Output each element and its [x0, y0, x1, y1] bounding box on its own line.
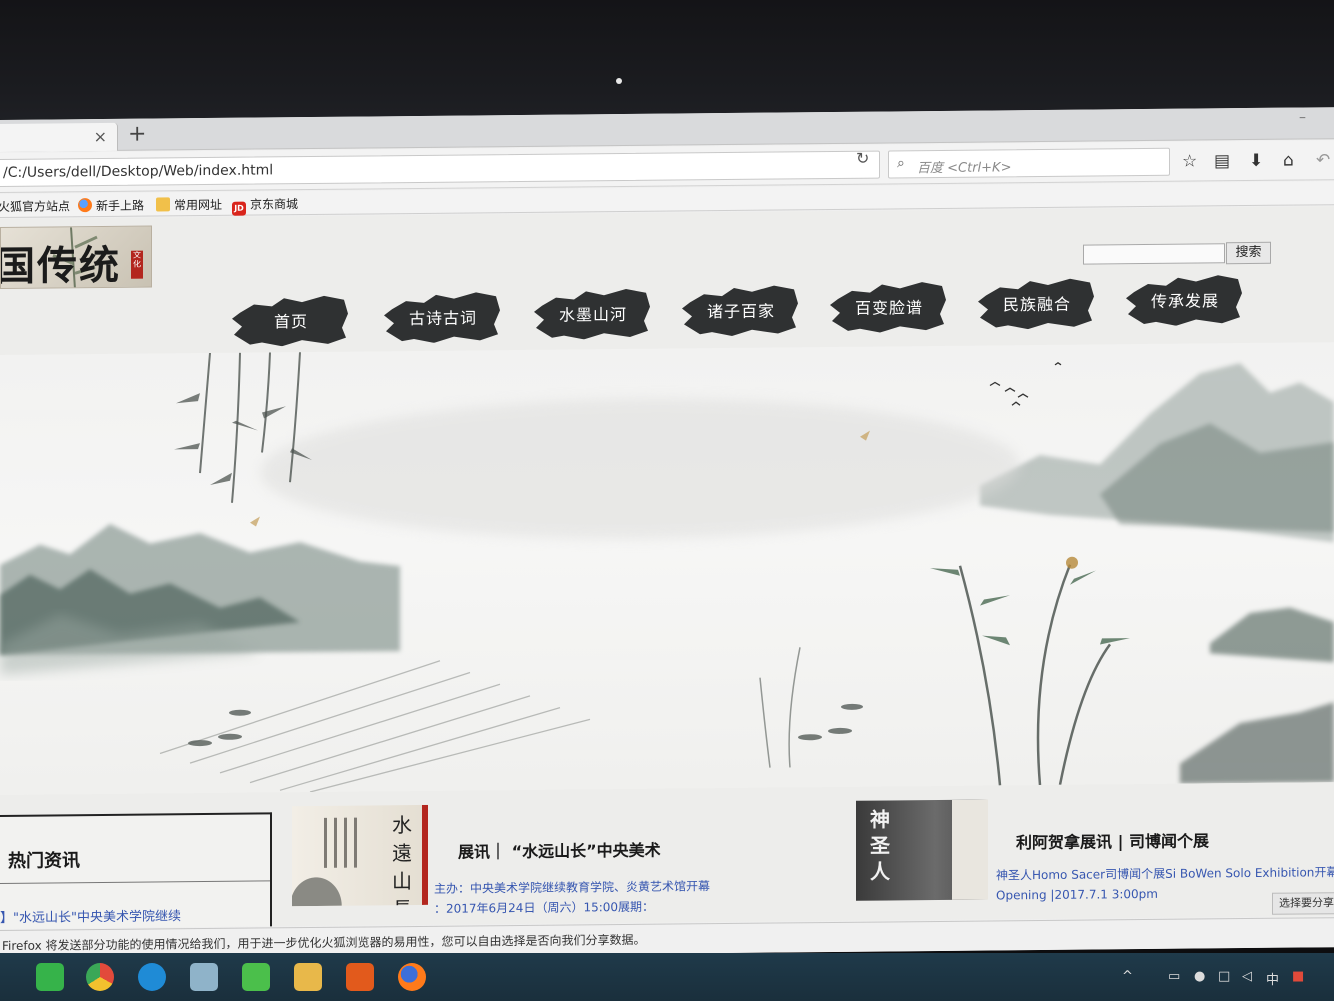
ink-landscape-banner — [0, 342, 1334, 795]
tray-chevron-icon[interactable]: ^ — [1122, 969, 1133, 984]
new-tab-button[interactable]: + — [128, 122, 146, 147]
jd-icon: JD — [232, 201, 246, 216]
site-search-button[interactable]: 搜索 — [1226, 241, 1271, 265]
bookmark-firefox-site[interactable]: 火狐官方站点 — [0, 197, 70, 215]
active-tab[interactable]: × — [0, 122, 118, 152]
reload-icon[interactable]: ↻ — [856, 149, 869, 168]
firefox-taskbar-icon[interactable] — [398, 963, 426, 991]
ime-indicator[interactable]: 中 — [1266, 969, 1279, 988]
poster-text-column — [324, 817, 327, 868]
url-text: /C:/Users/dell/Desktop/Web/index.html — [3, 162, 274, 181]
bookmark-star-icon[interactable]: ☆ — [1182, 152, 1197, 172]
nav-hundred-schools[interactable]: 诸子百家 — [682, 283, 800, 336]
minimize-icon[interactable]: – — [1299, 109, 1306, 125]
poster-title-text: 神圣人 — [870, 807, 890, 884]
nav-ink-landscape[interactable]: 水墨山河 — [534, 287, 652, 340]
poster-text-column — [334, 817, 337, 868]
logo-seal: 文化 — [131, 250, 143, 279]
nav-heritage-label: 传承发展 — [1150, 291, 1219, 311]
qq-browser-icon[interactable] — [138, 963, 166, 991]
site-search-input[interactable] — [1083, 243, 1225, 265]
nav-opera-masks-label: 百变脸谱 — [854, 298, 923, 318]
download-icon[interactable]: ⬇ — [1249, 151, 1263, 171]
hot-news-divider — [0, 880, 270, 884]
exhibition-desc-1[interactable]: 主办：中央美术学院继续教育学院、炎黄艺术馆开幕 ：2017年6月24日（周六）1… — [434, 876, 710, 919]
poster-text-column — [344, 817, 347, 868]
volume-icon[interactable]: ◁ — [1242, 969, 1252, 984]
logo-text: 国传统 — [0, 241, 121, 289]
ink-painting-illustration — [0, 352, 1334, 793]
nav-ethnic-unity[interactable]: 民族融合 — [978, 276, 1096, 330]
webcam-indicator — [616, 78, 622, 84]
exhibition-thumbnail-1[interactable]: 水遠山長 — [292, 804, 428, 907]
hot-news-panel: 热门资讯 】"水远山长"中央美术学院继续 — [0, 812, 272, 930]
nav-ancient-poetry-label: 古诗古词 — [408, 308, 477, 329]
nav-heritage[interactable]: 传承发展 — [1126, 273, 1244, 326]
address-bar[interactable]: /C:/Users/dell/Desktop/Web/index.html — [0, 150, 880, 188]
folder-icon — [156, 197, 170, 212]
iqiyi-icon[interactable] — [36, 963, 64, 991]
choose-what-to-share-button[interactable]: 选择要分享 — [1272, 892, 1334, 915]
exhibition-thumbnail-2[interactable]: 神圣人 — [856, 799, 988, 901]
file-explorer-icon[interactable] — [294, 963, 322, 991]
sogou-ime-icon[interactable]: ■ — [1292, 969, 1304, 984]
notification-text: Firefox 将发送部分功能的使用情况给我们，用于进一步优化火狐浏览器的易用性… — [2, 932, 646, 953]
bookmark-common-sites[interactable]: 常用网址 — [156, 196, 222, 214]
hot-news-link[interactable]: 】"水远山长"中央美术学院继续 — [0, 905, 181, 926]
notes-icon[interactable] — [190, 963, 218, 991]
poster-red-stripe — [422, 804, 428, 905]
search-icon: ⌕ — [897, 155, 905, 172]
wechat-tray-icon[interactable]: ● — [1194, 969, 1205, 984]
exhibition-title-1[interactable]: 展讯｜ “水远山长”中央美术 — [458, 837, 661, 863]
battery-icon[interactable]: ▭ — [1168, 969, 1180, 984]
web-page: 国传统 文化 搜索 首页 古诗古词 水墨山河 诸子百家 百变脸谱 民族融合 传承… — [0, 206, 1334, 930]
nav-ancient-poetry[interactable]: 古诗古词 — [384, 290, 502, 343]
site-logo[interactable]: 国传统 文化 — [0, 225, 152, 289]
windows-taskbar: ^ ▭ ● □ ◁ 中 ■ — [0, 953, 1334, 1001]
poster-side-panel — [952, 799, 988, 900]
nav-ethnic-unity-label: 民族融合 — [1002, 294, 1071, 315]
search-placeholder: 百度 <Ctrl+K> — [917, 160, 1012, 177]
nav-ink-landscape-label: 水墨山河 — [558, 304, 627, 325]
back-icon[interactable]: ↶ — [1316, 150, 1330, 170]
reading-list-icon[interactable]: ▤ — [1214, 151, 1230, 171]
exhibition-title-2[interactable]: 利阿贺拿展讯 | 司博闻个展 — [1016, 827, 1209, 853]
nav-hundred-schools-label: 诸子百家 — [706, 301, 775, 322]
poster-landscape — [292, 865, 352, 907]
poster-title-text: 水遠山長 — [392, 813, 412, 906]
nav-opera-masks[interactable]: 百变脸谱 — [830, 280, 948, 333]
hot-news-title: 热门资讯 — [8, 850, 80, 872]
browser-window: × + – /C:/Users/dell/Desktop/Web/index.h… — [0, 107, 1334, 961]
firefox-icon — [78, 198, 92, 213]
home-icon[interactable]: ⌂ — [1283, 151, 1294, 171]
bookmark-getting-started[interactable]: 新手上路 — [78, 197, 144, 215]
wechat-icon[interactable] — [242, 963, 270, 991]
nav-home-label: 首页 — [273, 312, 308, 332]
poster-text-column — [354, 817, 357, 868]
close-tab-icon[interactable]: × — [94, 127, 107, 146]
nav-home[interactable]: 首页 — [232, 294, 350, 347]
search-bar[interactable]: ⌕ 百度 <Ctrl+K> — [888, 147, 1170, 179]
chrome-icon[interactable] — [86, 963, 114, 991]
network-icon[interactable]: □ — [1218, 969, 1230, 984]
pdf-reader-icon[interactable] — [346, 963, 374, 991]
bookmark-jd[interactable]: JD 京东商城 — [232, 195, 298, 216]
